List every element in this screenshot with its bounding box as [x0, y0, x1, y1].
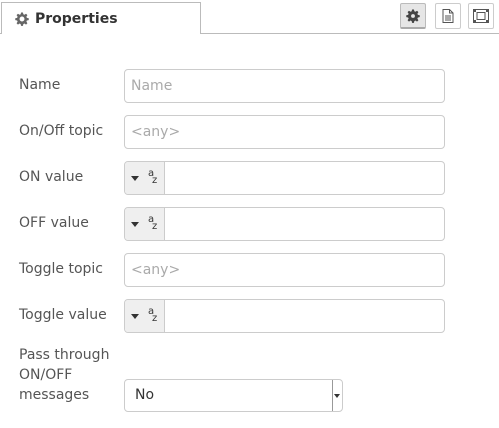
gear-icon: [406, 8, 420, 23]
tab-bar: Properties: [0, 0, 499, 34]
off-value-typed-input: az: [124, 207, 445, 241]
string-type-icon: az: [148, 214, 158, 232]
tab-properties[interactable]: Properties: [1, 2, 201, 34]
caret-down-icon: [131, 222, 139, 227]
pass-through-select[interactable]: No: [124, 379, 343, 412]
toggle-topic-input[interactable]: [124, 253, 445, 287]
string-type-icon: az: [148, 168, 158, 186]
off-value-input[interactable]: [165, 208, 444, 240]
onoff-topic-label: On/Off topic: [19, 123, 104, 139]
properties-panel: Properties Name Name On/Off topic <any> …: [0, 0, 499, 428]
toggle-topic-label: Toggle topic: [19, 261, 103, 277]
caret-down-icon: [131, 176, 139, 181]
settings-button[interactable]: [400, 3, 426, 29]
toggle-value-label: Toggle value: [19, 307, 107, 323]
description-button[interactable]: [435, 3, 461, 29]
on-value-type-button[interactable]: az: [125, 162, 165, 194]
on-value-typed-input: az: [124, 161, 445, 195]
appearance-button[interactable]: [468, 3, 494, 29]
name-label: Name: [19, 77, 61, 93]
off-value-type-button[interactable]: az: [125, 208, 165, 240]
toggle-value-type-button[interactable]: az: [125, 300, 165, 332]
gear-icon: [15, 11, 29, 26]
document-icon: [442, 9, 454, 23]
frame-icon: [473, 9, 489, 23]
on-value-input[interactable]: [165, 162, 444, 194]
name-input[interactable]: [124, 69, 445, 103]
string-type-icon: az: [148, 306, 158, 324]
toggle-value-input[interactable]: [165, 300, 444, 332]
on-value-label: ON value: [19, 169, 84, 185]
tab-title: Properties: [35, 10, 118, 27]
onoff-topic-input[interactable]: [124, 115, 445, 149]
pass-through-selected-value: No: [135, 387, 155, 403]
off-value-label: OFF value: [19, 215, 89, 231]
toggle-value-typed-input: az: [124, 299, 445, 333]
pass-through-label-line3: messages: [19, 387, 90, 403]
pass-through-label-line1: Pass through: [19, 347, 110, 363]
pass-through-label-line2: ON/OFF: [19, 367, 73, 383]
chevron-down-icon: [332, 380, 342, 411]
caret-down-icon: [131, 314, 139, 319]
